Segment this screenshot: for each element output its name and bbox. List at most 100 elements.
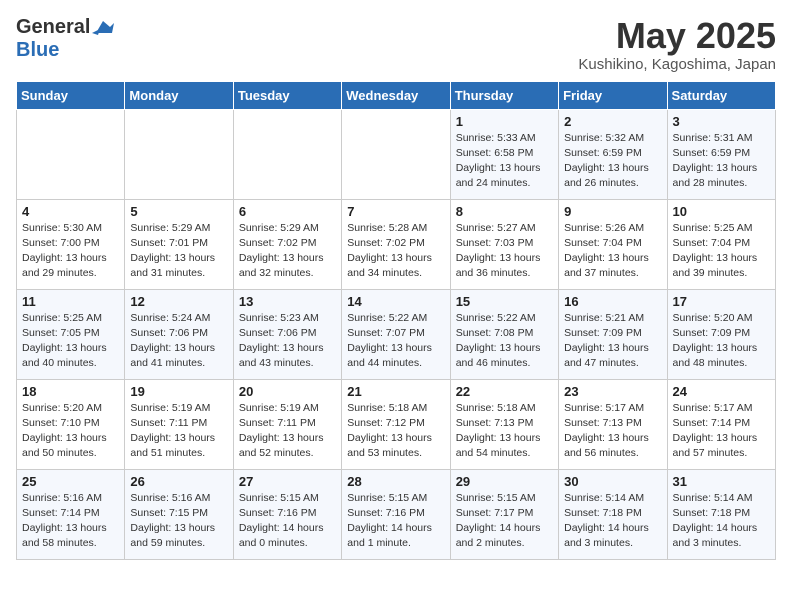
calendar-cell: 24 Sunrise: 5:17 AM Sunset: 7:14 PM Dayli… [667, 379, 775, 469]
logo: General Blue [16, 16, 114, 62]
day-info: Sunrise: 5:17 AM Sunset: 7:14 PM Dayligh… [673, 401, 770, 462]
day-info: Sunrise: 5:29 AM Sunset: 7:01 PM Dayligh… [130, 221, 227, 282]
calendar-cell: 29Sunrise: 5:15 AM Sunset: 7:17 PM Dayli… [450, 469, 558, 559]
logo-blue-text: Blue [16, 39, 59, 61]
day-number: 6 [239, 204, 336, 219]
calendar-cell: 6 Sunrise: 5:29 AM Sunset: 7:02 PM Daylig… [233, 199, 341, 289]
day-number: 31 [673, 474, 770, 489]
calendar-cell: 11Sunrise: 5:25 AM Sunset: 7:05 PM Dayli… [17, 289, 125, 379]
day-info: Sunrise: 5:31 AM Sunset: 6:59 PM Dayligh… [673, 131, 770, 192]
calendar-cell: 26 Sunrise: 5:16 AM Sunset: 7:15 PM Dayli… [125, 469, 233, 559]
day-info: Sunrise: 5:30 AM Sunset: 7:00 PM Dayligh… [22, 221, 119, 282]
day-info: Sunrise: 5:20 AM Sunset: 7:09 PM Dayligh… [673, 311, 770, 372]
calendar-cell: 27 Sunrise: 5:15 AM Sunset: 7:16 PM Dayli… [233, 469, 341, 559]
day-info: Sunrise: 5:20 AM Sunset: 7:10 PM Dayligh… [22, 401, 119, 462]
calendar-cell [17, 109, 125, 199]
calendar-cell [342, 109, 450, 199]
day-info: Sunrise: 5:23 AM Sunset: 7:06 PM Dayligh… [239, 311, 336, 372]
calendar-cell [233, 109, 341, 199]
calendar-week-5: 25 Sunrise: 5:16 AM Sunset: 7:14 PM Dayli… [17, 469, 776, 559]
day-info: Sunrise: 5:28 AM Sunset: 7:02 PM Dayligh… [347, 221, 444, 282]
calendar-cell: 5 Sunrise: 5:29 AM Sunset: 7:01 PM Daylig… [125, 199, 233, 289]
calendar-cell: 15Sunrise: 5:22 AM Sunset: 7:08 PM Dayli… [450, 289, 558, 379]
day-info: Sunrise: 5:22 AM Sunset: 7:07 PM Dayligh… [347, 311, 444, 372]
calendar-week-3: 11Sunrise: 5:25 AM Sunset: 7:05 PM Dayli… [17, 289, 776, 379]
day-number: 7 [347, 204, 444, 219]
calendar-cell: 22 Sunrise: 5:18 AM Sunset: 7:13 PM Dayli… [450, 379, 558, 469]
calendar-cell [125, 109, 233, 199]
calendar-cell: 17Sunrise: 5:20 AM Sunset: 7:09 PM Dayli… [667, 289, 775, 379]
day-info: Sunrise: 5:33 AM Sunset: 6:58 PM Dayligh… [456, 131, 553, 192]
day-info: Sunrise: 5:27 AM Sunset: 7:03 PM Dayligh… [456, 221, 553, 282]
day-number: 19 [130, 384, 227, 399]
logo-general-text: General [16, 16, 90, 39]
page-header: General Blue May 2025 Kushikino, Kagoshi… [16, 16, 776, 73]
day-number: 26 [130, 474, 227, 489]
weekday-header-monday: Monday [125, 81, 233, 109]
day-info: Sunrise: 5:24 AM Sunset: 7:06 PM Dayligh… [130, 311, 227, 372]
day-info: Sunrise: 5:29 AM Sunset: 7:02 PM Dayligh… [239, 221, 336, 282]
calendar-body: 1 Sunrise: 5:33 AM Sunset: 6:58 PM Daylig… [17, 109, 776, 559]
calendar-cell: 28 Sunrise: 5:15 AM Sunset: 7:16 PM Dayli… [342, 469, 450, 559]
calendar-cell: 13Sunrise: 5:23 AM Sunset: 7:06 PM Dayli… [233, 289, 341, 379]
day-info: Sunrise: 5:21 AM Sunset: 7:09 PM Dayligh… [564, 311, 661, 372]
day-info: Sunrise: 5:15 AM Sunset: 7:16 PM Dayligh… [239, 491, 336, 552]
calendar-week-1: 1 Sunrise: 5:33 AM Sunset: 6:58 PM Daylig… [17, 109, 776, 199]
calendar-cell: 9Sunrise: 5:26 AM Sunset: 7:04 PM Daylig… [559, 199, 667, 289]
weekday-header-wednesday: Wednesday [342, 81, 450, 109]
day-number: 5 [130, 204, 227, 219]
day-number: 27 [239, 474, 336, 489]
calendar-cell: 3 Sunrise: 5:31 AM Sunset: 6:59 PM Daylig… [667, 109, 775, 199]
day-info: Sunrise: 5:16 AM Sunset: 7:14 PM Dayligh… [22, 491, 119, 552]
calendar-cell: 23Sunrise: 5:17 AM Sunset: 7:13 PM Dayli… [559, 379, 667, 469]
calendar-cell: 8 Sunrise: 5:27 AM Sunset: 7:03 PM Daylig… [450, 199, 558, 289]
day-number: 30 [564, 474, 661, 489]
location: Kushikino, Kagoshima, Japan [578, 56, 776, 73]
calendar-week-4: 18Sunrise: 5:20 AM Sunset: 7:10 PM Dayli… [17, 379, 776, 469]
weekday-header-friday: Friday [559, 81, 667, 109]
calendar-header: SundayMondayTuesdayWednesdayThursdayFrid… [17, 81, 776, 109]
day-number: 16 [564, 294, 661, 309]
calendar-cell: 21 Sunrise: 5:18 AM Sunset: 7:12 PM Dayli… [342, 379, 450, 469]
day-number: 28 [347, 474, 444, 489]
day-info: Sunrise: 5:15 AM Sunset: 7:16 PM Dayligh… [347, 491, 444, 552]
day-number: 8 [456, 204, 553, 219]
day-info: Sunrise: 5:16 AM Sunset: 7:15 PM Dayligh… [130, 491, 227, 552]
day-number: 24 [673, 384, 770, 399]
month-title: May 2025 [578, 16, 776, 56]
day-number: 4 [22, 204, 119, 219]
day-number: 25 [22, 474, 119, 489]
day-info: Sunrise: 5:19 AM Sunset: 7:11 PM Dayligh… [239, 401, 336, 462]
day-number: 3 [673, 114, 770, 129]
calendar-table: SundayMondayTuesdayWednesdayThursdayFrid… [16, 81, 776, 560]
day-number: 21 [347, 384, 444, 399]
calendar-cell: 16 Sunrise: 5:21 AM Sunset: 7:09 PM Dayli… [559, 289, 667, 379]
day-number: 22 [456, 384, 553, 399]
calendar-week-2: 4 Sunrise: 5:30 AM Sunset: 7:00 PM Daylig… [17, 199, 776, 289]
title-section: May 2025 Kushikino, Kagoshima, Japan [578, 16, 776, 73]
day-number: 11 [22, 294, 119, 309]
day-info: Sunrise: 5:18 AM Sunset: 7:13 PM Dayligh… [456, 401, 553, 462]
day-number: 1 [456, 114, 553, 129]
day-number: 2 [564, 114, 661, 129]
calendar-cell: 18Sunrise: 5:20 AM Sunset: 7:10 PM Dayli… [17, 379, 125, 469]
calendar-cell: 14 Sunrise: 5:22 AM Sunset: 7:07 PM Dayli… [342, 289, 450, 379]
calendar-cell: 10Sunrise: 5:25 AM Sunset: 7:04 PM Dayli… [667, 199, 775, 289]
day-number: 23 [564, 384, 661, 399]
logo-bird-icon [92, 19, 114, 37]
calendar-cell: 30Sunrise: 5:14 AM Sunset: 7:18 PM Dayli… [559, 469, 667, 559]
day-info: Sunrise: 5:14 AM Sunset: 7:18 PM Dayligh… [673, 491, 770, 552]
day-info: Sunrise: 5:18 AM Sunset: 7:12 PM Dayligh… [347, 401, 444, 462]
day-info: Sunrise: 5:22 AM Sunset: 7:08 PM Dayligh… [456, 311, 553, 372]
weekday-header-thursday: Thursday [450, 81, 558, 109]
day-number: 29 [456, 474, 553, 489]
calendar-cell: 2Sunrise: 5:32 AM Sunset: 6:59 PM Daylig… [559, 109, 667, 199]
calendar-cell: 7 Sunrise: 5:28 AM Sunset: 7:02 PM Daylig… [342, 199, 450, 289]
day-number: 12 [130, 294, 227, 309]
weekday-header-tuesday: Tuesday [233, 81, 341, 109]
weekday-header-saturday: Saturday [667, 81, 775, 109]
calendar-cell: 20Sunrise: 5:19 AM Sunset: 7:11 PM Dayli… [233, 379, 341, 469]
day-number: 9 [564, 204, 661, 219]
calendar-cell: 19Sunrise: 5:19 AM Sunset: 7:11 PM Dayli… [125, 379, 233, 469]
day-number: 14 [347, 294, 444, 309]
